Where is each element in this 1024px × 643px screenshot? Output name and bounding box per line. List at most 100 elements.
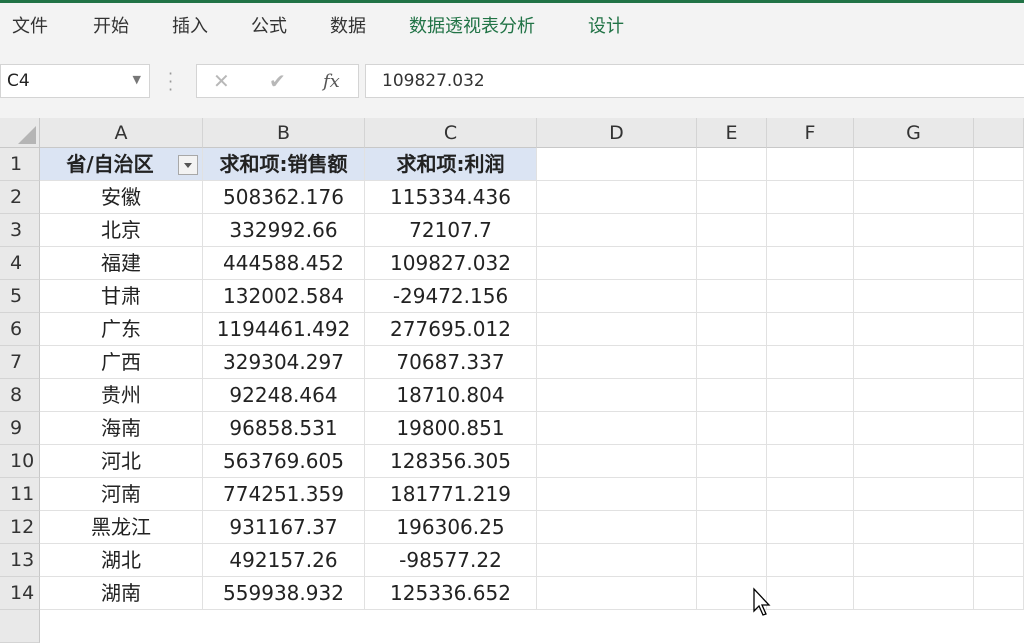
empty-cell[interactable] <box>537 412 697 445</box>
check-icon[interactable]: ✔ <box>269 69 286 93</box>
pivot-cell[interactable]: 广东 <box>40 313 203 346</box>
row-header[interactable]: 8 <box>0 379 40 412</box>
empty-cell[interactable] <box>537 544 697 577</box>
empty-cell[interactable] <box>537 445 697 478</box>
empty-cell[interactable] <box>854 412 974 445</box>
empty-cell[interactable] <box>697 346 767 379</box>
pivot-cell[interactable]: -29472.156 <box>365 280 537 313</box>
empty-cell[interactable] <box>697 247 767 280</box>
pivot-cell[interactable]: 甘肃 <box>40 280 203 313</box>
empty-cell[interactable] <box>974 478 1024 511</box>
empty-cell[interactable] <box>854 247 974 280</box>
empty-cell[interactable] <box>767 280 854 313</box>
pivot-cell[interactable]: 329304.297 <box>203 346 365 379</box>
empty-cell[interactable] <box>767 148 854 181</box>
empty-cell[interactable] <box>767 313 854 346</box>
column-header-g[interactable]: G <box>854 118 974 148</box>
pivot-header-cell[interactable]: 求和项:销售额 <box>203 148 365 181</box>
pivot-cell[interactable]: 559938.932 <box>203 577 365 610</box>
empty-cell[interactable] <box>854 511 974 544</box>
empty-cell[interactable] <box>537 346 697 379</box>
pivot-cell[interactable]: 70687.337 <box>365 346 537 379</box>
empty-cell[interactable] <box>767 412 854 445</box>
pivot-cell[interactable]: 96858.531 <box>203 412 365 445</box>
empty-cell[interactable] <box>854 445 974 478</box>
empty-cell[interactable] <box>697 445 767 478</box>
row-header-partial[interactable] <box>0 610 40 643</box>
pivot-cell[interactable]: 河南 <box>40 478 203 511</box>
empty-cell[interactable] <box>537 478 697 511</box>
pivot-cell[interactable]: 125336.652 <box>365 577 537 610</box>
empty-cell[interactable] <box>697 544 767 577</box>
pivot-cell[interactable]: 72107.7 <box>365 214 537 247</box>
pivot-cell[interactable]: 128356.305 <box>365 445 537 478</box>
empty-cell[interactable] <box>974 247 1024 280</box>
row-header[interactable]: 4 <box>0 247 40 280</box>
pivot-cell[interactable]: 92248.464 <box>203 379 365 412</box>
empty-cell[interactable] <box>537 511 697 544</box>
pivot-cell[interactable]: 广西 <box>40 346 203 379</box>
empty-cell[interactable] <box>854 478 974 511</box>
column-header-c[interactable]: C <box>365 118 537 148</box>
pivot-cell[interactable]: 北京 <box>40 214 203 247</box>
empty-cell[interactable] <box>767 511 854 544</box>
formula-input[interactable]: 109827.032 <box>365 64 1024 98</box>
row-header[interactable]: 3 <box>0 214 40 247</box>
column-header-d[interactable]: D <box>537 118 697 148</box>
empty-cell[interactable] <box>854 544 974 577</box>
name-box[interactable]: C4 ▼ <box>0 64 150 98</box>
tab-insert[interactable]: 插入 <box>172 12 208 38</box>
empty-cell[interactable] <box>974 148 1024 181</box>
empty-cell[interactable] <box>854 313 974 346</box>
empty-cell[interactable] <box>767 544 854 577</box>
empty-cell[interactable] <box>974 412 1024 445</box>
pivot-cell[interactable]: 黑龙江 <box>40 511 203 544</box>
empty-cell[interactable] <box>537 181 697 214</box>
empty-cell[interactable] <box>974 511 1024 544</box>
empty-cell[interactable] <box>537 148 697 181</box>
empty-cell[interactable] <box>697 214 767 247</box>
empty-cell[interactable] <box>767 445 854 478</box>
empty-cell[interactable] <box>697 478 767 511</box>
pivot-cell[interactable]: 湖南 <box>40 577 203 610</box>
insert-function-icon[interactable]: fx <box>323 71 340 92</box>
tab-pivot-analyze[interactable]: 数据透视表分析 <box>409 12 535 38</box>
empty-cell[interactable] <box>974 214 1024 247</box>
row-header[interactable]: 6 <box>0 313 40 346</box>
empty-cell[interactable] <box>767 577 854 610</box>
select-all-button[interactable] <box>0 118 40 148</box>
pivot-cell[interactable]: 774251.359 <box>203 478 365 511</box>
empty-cell[interactable] <box>697 181 767 214</box>
empty-cell[interactable] <box>854 148 974 181</box>
column-header-a[interactable]: A <box>40 118 203 148</box>
column-header-e[interactable]: E <box>697 118 767 148</box>
empty-cell[interactable] <box>697 280 767 313</box>
empty-cell[interactable] <box>537 247 697 280</box>
pivot-cell[interactable]: 181771.219 <box>365 478 537 511</box>
empty-cell[interactable] <box>854 181 974 214</box>
spreadsheet-grid[interactable]: A B C D E F G 1 省/自治区 求和项:销售额 求和项:利润 2 安徽 508362.176 1… <box>0 118 1024 643</box>
cancel-icon[interactable]: ✕ <box>213 69 230 93</box>
drag-handle-icon[interactable]: · · · <box>168 66 173 98</box>
pivot-cell[interactable]: 贵州 <box>40 379 203 412</box>
pivot-cell[interactable]: 安徽 <box>40 181 203 214</box>
row-header[interactable]: 2 <box>0 181 40 214</box>
pivot-cell[interactable]: 931167.37 <box>203 511 365 544</box>
empty-cell[interactable] <box>697 379 767 412</box>
row-header[interactable]: 10 <box>0 445 40 478</box>
column-header-f[interactable]: F <box>767 118 854 148</box>
tab-formulas[interactable]: 公式 <box>251 12 287 38</box>
pivot-cell[interactable]: 18710.804 <box>365 379 537 412</box>
empty-cell[interactable] <box>697 148 767 181</box>
pivot-cell[interactable]: 508362.176 <box>203 181 365 214</box>
tab-data[interactable]: 数据 <box>330 12 366 38</box>
empty-cell[interactable] <box>854 577 974 610</box>
empty-cell[interactable] <box>767 214 854 247</box>
pivot-cell[interactable]: 19800.851 <box>365 412 537 445</box>
empty-cell[interactable] <box>974 181 1024 214</box>
pivot-cell[interactable]: 福建 <box>40 247 203 280</box>
pivot-cell[interactable]: 河北 <box>40 445 203 478</box>
empty-cell[interactable] <box>697 313 767 346</box>
column-header-partial[interactable] <box>974 118 1024 148</box>
empty-cell[interactable] <box>854 214 974 247</box>
